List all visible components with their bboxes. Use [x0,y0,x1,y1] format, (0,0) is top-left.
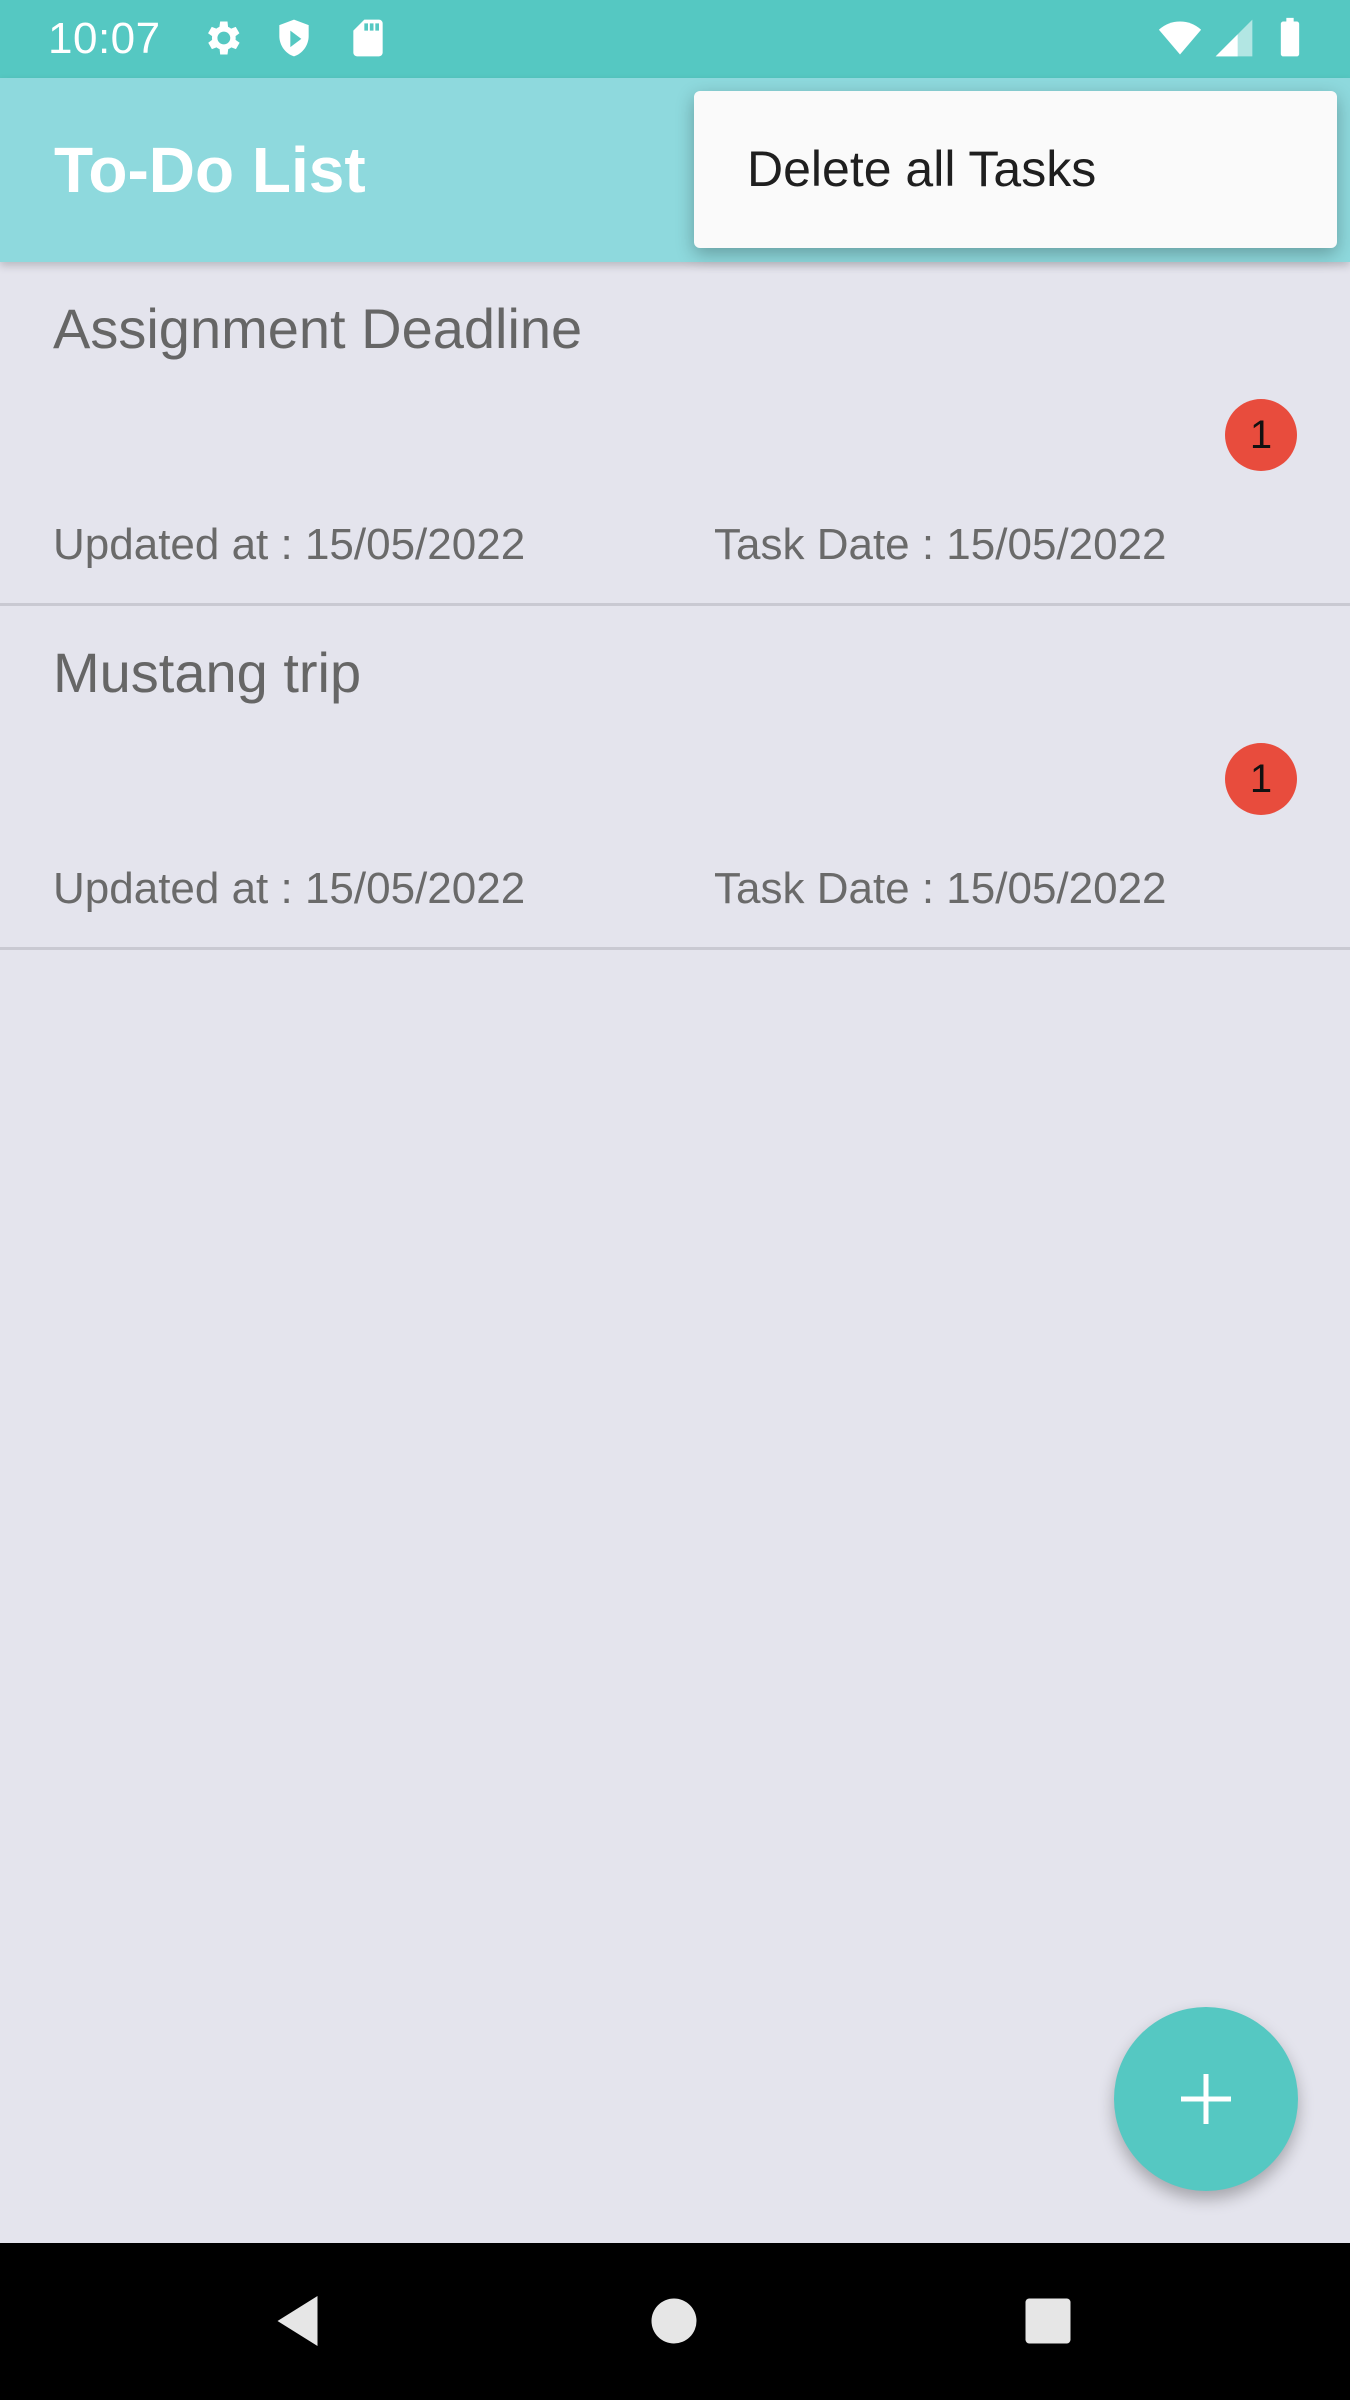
task-updated-at: Updated at : 15/05/2022 [53,864,526,913]
status-bar: 10:07 [0,0,1350,78]
task-date: Task Date : 15/05/2022 [714,520,1167,569]
gear-icon [200,16,244,60]
screen: 10:07 To-Do List Delete all Tasks Assign… [0,0,1350,2400]
menu-item-label: Delete all Tasks [747,141,1097,197]
task-list: Assignment Deadline 1 Updated at : 15/05… [0,262,1350,950]
plus-icon [1176,2069,1236,2129]
recents-button[interactable] [978,2243,1118,2400]
task-badge: 1 [1225,743,1297,815]
task-item[interactable]: Mustang trip 1 Updated at : 15/05/2022 T… [0,606,1350,950]
task-updated-at: Updated at : 15/05/2022 [53,520,526,569]
task-title: Assignment Deadline [53,297,583,360]
overflow-menu: Delete all Tasks [694,91,1337,248]
task-date: Task Date : 15/05/2022 [714,864,1167,913]
cell-signal-icon [1212,16,1256,60]
menu-item-delete-all-tasks[interactable]: Delete all Tasks [694,91,1337,248]
back-icon [277,2296,318,2346]
task-item[interactable]: Assignment Deadline 1 Updated at : 15/05… [0,262,1350,606]
back-button[interactable] [230,2243,370,2400]
battery-icon [1268,16,1312,60]
sd-card-icon [346,16,390,60]
task-title: Mustang trip [53,641,362,704]
navigation-bar [0,2243,1350,2400]
home-icon [651,2298,697,2344]
shield-icon [272,16,316,60]
home-button[interactable] [604,2243,744,2400]
recents-icon [1025,2298,1071,2344]
add-task-button[interactable] [1114,2007,1298,2191]
wifi-icon [1152,16,1208,60]
status-time: 10:07 [48,14,161,63]
task-badge: 1 [1225,399,1297,471]
app-title: To-Do List [54,134,366,206]
